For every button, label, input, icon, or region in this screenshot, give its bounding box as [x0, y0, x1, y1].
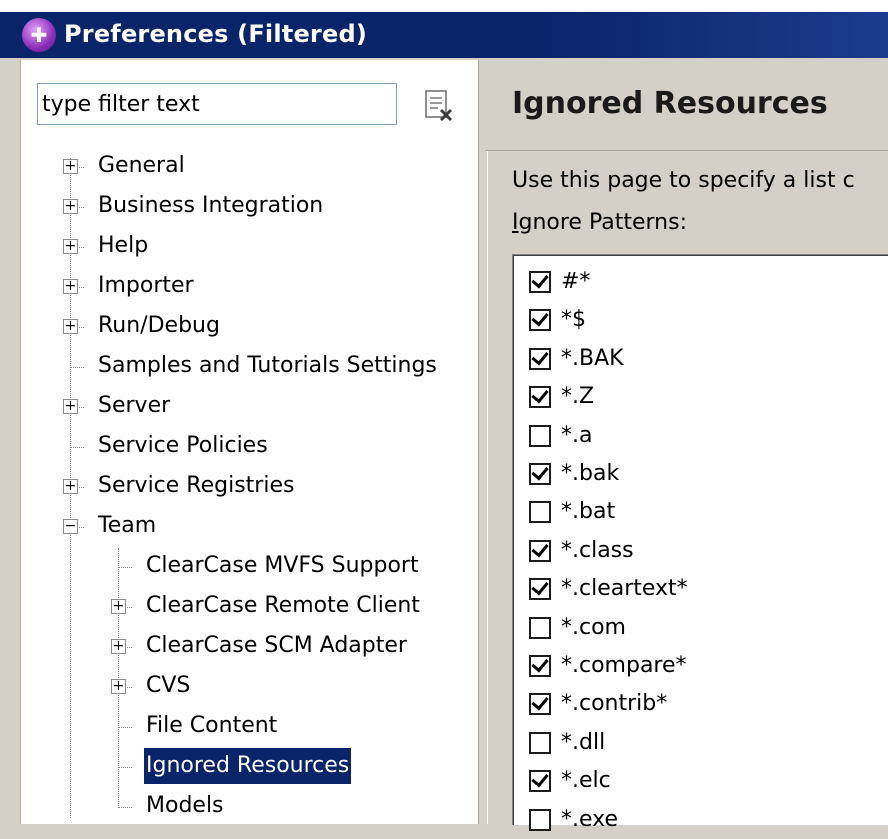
- tree-item[interactable]: Models: [0, 788, 470, 824]
- pattern-text: *.BAK: [561, 345, 624, 371]
- tree-item[interactable]: + Help: [0, 228, 470, 264]
- expand-icon[interactable]: +: [63, 239, 78, 254]
- expand-icon[interactable]: +: [63, 159, 78, 174]
- tree-item-label: ClearCase Remote Client: [146, 593, 420, 618]
- expand-icon[interactable]: +: [63, 319, 78, 334]
- tree-item-label: Samples and Tutorials Settings: [98, 353, 437, 378]
- checkbox-checked[interactable]: [529, 463, 551, 485]
- expand-icon[interactable]: +: [63, 479, 78, 494]
- pattern-text: *.dll: [561, 729, 606, 755]
- checkbox-unchecked[interactable]: [529, 731, 551, 754]
- tree-item-label: File Content: [146, 713, 278, 738]
- checkbox-unchecked[interactable]: [529, 501, 551, 524]
- filter-input[interactable]: [38, 84, 396, 124]
- tree-item[interactable]: + Service Registries: [0, 468, 470, 504]
- clear-filter-icon-graphic: [425, 90, 453, 122]
- tree-item-label: Team: [98, 513, 157, 538]
- tree-item-label: Importer: [98, 273, 194, 298]
- tree-item[interactable]: + Server: [0, 388, 470, 424]
- checkbox-unchecked[interactable]: [529, 424, 551, 447]
- pattern-text: *.exe: [561, 806, 619, 832]
- pattern-text: *.a: [561, 422, 593, 448]
- tree-connector: [118, 767, 132, 768]
- tree-item-label: Models: [146, 793, 224, 818]
- page-title: Ignored Resources: [512, 86, 828, 121]
- filter-input-box[interactable]: [37, 83, 397, 125]
- collapse-icon[interactable]: −: [63, 519, 78, 534]
- checkbox-checked[interactable]: [529, 539, 551, 562]
- checkbox-checked[interactable]: [529, 578, 551, 601]
- checkbox-checked[interactable]: [529, 347, 551, 370]
- checkbox-checked[interactable]: [529, 655, 551, 677]
- checkbox-unchecked[interactable]: [529, 616, 551, 639]
- pattern-text: *.class: [561, 537, 634, 563]
- tree-item[interactable]: + Run/Debug: [0, 308, 470, 344]
- expand-icon[interactable]: +: [111, 599, 126, 614]
- checkbox-checked[interactable]: [529, 693, 551, 716]
- pattern-text: *.compare*: [561, 653, 687, 678]
- pattern-text: *.elc: [561, 768, 611, 794]
- expand-icon[interactable]: +: [63, 279, 78, 294]
- tree-item[interactable]: ClearCase MVFS Support: [0, 548, 470, 584]
- tree-item[interactable]: + ClearCase SCM Adapter: [0, 628, 470, 664]
- pattern-text: *.contrib*: [561, 691, 668, 717]
- tree-item-label: General: [98, 153, 185, 178]
- page-description: Use this page to specify a list c: [512, 168, 855, 193]
- pattern-text: *.com: [561, 614, 626, 640]
- tree-item[interactable]: + ClearCase Remote Client: [0, 588, 470, 624]
- tree-item[interactable]: + Business Integration: [0, 188, 470, 224]
- window-title: Preferences (Filtered): [64, 20, 367, 48]
- pattern-text: *.bak: [561, 461, 620, 486]
- tree-item-label: Help: [98, 233, 149, 258]
- tree-item[interactable]: Service Policies: [0, 428, 470, 464]
- tree-item-label: CVS: [146, 673, 191, 698]
- tree-connector: [70, 367, 84, 368]
- tree-item[interactable]: Samples and Tutorials Settings: [0, 348, 470, 384]
- tree-item[interactable]: − Team: [0, 508, 470, 544]
- tree-item[interactable]: + General: [0, 148, 470, 184]
- tree-item-label: Business Integration: [98, 193, 324, 218]
- ignore-patterns-label: Ignore Patterns:: [512, 210, 687, 235]
- pattern-text: #*: [561, 269, 591, 294]
- tree-item[interactable]: + CVS: [0, 668, 470, 704]
- tree-item[interactable]: File Content: [0, 708, 470, 744]
- ignore-patterns-label-text: gnore Patterns:: [518, 210, 687, 235]
- tree-item[interactable]: + Importer: [0, 268, 470, 304]
- checkbox-checked[interactable]: [529, 386, 551, 409]
- checkbox-checked[interactable]: [529, 770, 551, 793]
- tree-item-label: ClearCase MVFS Support: [146, 553, 419, 578]
- tree-connector: [118, 727, 132, 728]
- tree-item-label: Service Policies: [98, 433, 268, 458]
- expand-icon[interactable]: +: [111, 639, 126, 654]
- tree-item[interactable]: Ignored Resources: [0, 747, 470, 785]
- sash-divider[interactable]: [478, 60, 488, 824]
- expand-icon[interactable]: +: [63, 399, 78, 414]
- checkbox-checked[interactable]: [529, 271, 551, 293]
- tree-connector: [70, 447, 84, 448]
- pattern-text: *$: [561, 307, 586, 333]
- clear-filter-icon[interactable]: [420, 88, 456, 124]
- tree-connector: [118, 567, 132, 568]
- app-icon: ✚: [22, 18, 56, 52]
- tree-item-label: Server: [98, 393, 171, 418]
- pattern-text: *.cleartext*: [561, 576, 688, 602]
- tree-item-label: Run/Debug: [98, 313, 220, 338]
- ignore-patterns-list[interactable]: #* *$ *.BAK *.Z *.a *.bak *.bat *.class *.cleart…: [512, 254, 888, 832]
- expand-icon[interactable]: +: [63, 199, 78, 214]
- tree-item-label: Service Registries: [98, 473, 295, 498]
- checkbox-checked[interactable]: [529, 309, 551, 332]
- checkbox-unchecked[interactable]: [529, 808, 551, 831]
- tree-item-label: Ignored Resources: [142, 747, 353, 785]
- pattern-text: *.Z: [561, 384, 595, 410]
- pattern-text: *.bat: [561, 499, 616, 525]
- expand-icon[interactable]: +: [111, 679, 126, 694]
- tree-connector: [118, 807, 132, 808]
- tree-item-label: ClearCase SCM Adapter: [146, 633, 407, 658]
